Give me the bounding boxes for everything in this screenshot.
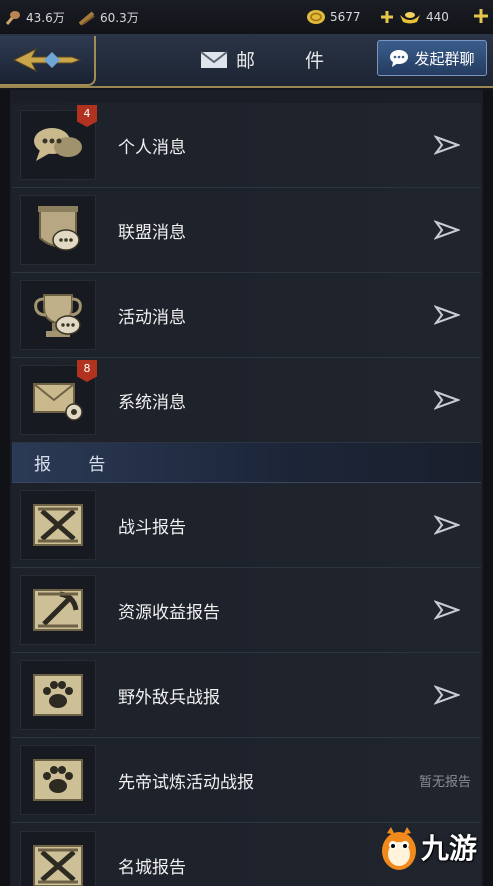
resource-report-icon-box bbox=[20, 575, 96, 645]
system-message-icon-box: 8 bbox=[20, 360, 97, 435]
event-message-icon-box bbox=[20, 280, 96, 350]
mail-icon bbox=[200, 50, 228, 68]
system-message-row[interactable]: 8 系统消息 bbox=[12, 358, 481, 443]
back-arrow-icon bbox=[12, 47, 82, 73]
personal-message-icon-box: 4 bbox=[20, 105, 97, 180]
ingot-amount: 440 bbox=[426, 10, 449, 24]
watermark-logo: 九游 bbox=[379, 812, 491, 882]
chat-bubble-icon bbox=[390, 50, 409, 67]
speech-bubbles-icon bbox=[34, 128, 82, 161]
add-resource-icon[interactable] bbox=[473, 8, 489, 24]
gold-resource: 5677 bbox=[306, 9, 361, 25]
coin-icon bbox=[307, 10, 325, 24]
paw-print-icon bbox=[33, 674, 83, 716]
gold-amount: 5677 bbox=[330, 10, 361, 24]
wild-enemy-report-icon-box bbox=[20, 660, 96, 730]
back-button[interactable] bbox=[0, 36, 96, 86]
envelope-gear-icon bbox=[33, 383, 83, 421]
wood-amount: 60.3万 bbox=[100, 11, 139, 25]
emperor-trial-report-row[interactable]: 先帝试炼活动战报 暂无报告 bbox=[12, 738, 481, 823]
pickaxe-scroll-icon bbox=[33, 589, 83, 631]
wood-resource: 60.3万 bbox=[78, 9, 139, 26]
resource-bar: 43.6万 60.3万 5677 440 bbox=[0, 0, 493, 34]
mail-list: 4 个人消息 联盟消息 活动消息 8 系统消息 报 告 战斗报告 资源收益报告 … bbox=[12, 103, 481, 886]
paw-print-icon bbox=[33, 759, 83, 801]
system-message-label: 系统消息 bbox=[118, 392, 186, 413]
start-group-chat-button[interactable]: 发起群聊 bbox=[377, 40, 487, 76]
crossed-swords-icon bbox=[33, 844, 83, 886]
page-title-group: 邮 件 bbox=[200, 46, 346, 73]
open-arrow-icon[interactable] bbox=[427, 505, 467, 545]
alliance-message-label: 联盟消息 bbox=[118, 222, 186, 243]
personal-message-label: 个人消息 bbox=[118, 137, 186, 158]
watermark-text: 九游 bbox=[421, 832, 478, 865]
wood-icon bbox=[78, 10, 95, 26]
emperor-trial-report-label: 先帝试炼活动战报 bbox=[118, 772, 254, 793]
ingot-resource[interactable]: 440 bbox=[380, 9, 449, 25]
event-message-row[interactable]: 活动消息 bbox=[12, 273, 481, 358]
resource-report-row[interactable]: 资源收益报告 bbox=[12, 568, 481, 653]
open-arrow-icon[interactable] bbox=[427, 590, 467, 630]
alliance-banner-icon bbox=[38, 206, 80, 251]
reports-section-header: 报 告 bbox=[12, 443, 481, 483]
battle-report-icon-box bbox=[20, 490, 96, 560]
famous-city-report-icon-box bbox=[20, 830, 96, 886]
emperor-trial-report-icon-box bbox=[20, 745, 96, 815]
mail-header: 邮 件 发起群聊 bbox=[0, 34, 493, 88]
crossed-swords-icon bbox=[33, 504, 83, 546]
open-arrow-icon[interactable] bbox=[427, 295, 467, 335]
page-title: 邮 件 bbox=[236, 50, 347, 72]
ingot-icon bbox=[400, 12, 420, 24]
open-arrow-icon[interactable] bbox=[427, 125, 467, 165]
right-rail bbox=[483, 90, 493, 886]
plus-icon[interactable] bbox=[380, 10, 394, 24]
alliance-message-row[interactable]: 联盟消息 bbox=[12, 188, 481, 273]
food-resource: 43.6万 bbox=[4, 9, 65, 26]
event-message-label: 活动消息 bbox=[118, 307, 186, 328]
left-rail bbox=[0, 90, 10, 886]
reports-section-title: 报 告 bbox=[34, 455, 122, 475]
open-arrow-icon[interactable] bbox=[427, 675, 467, 715]
no-report-status: 暂无报告 bbox=[418, 774, 471, 790]
battle-report-row[interactable]: 战斗报告 bbox=[12, 483, 481, 568]
open-arrow-icon[interactable] bbox=[427, 380, 467, 420]
food-amount: 43.6万 bbox=[26, 11, 65, 25]
open-arrow-icon[interactable] bbox=[427, 210, 467, 250]
wild-enemy-report-label: 野外敌兵战报 bbox=[118, 687, 220, 708]
drumstick-icon bbox=[5, 10, 20, 25]
mascot-icon bbox=[382, 827, 416, 870]
chat-button-label: 发起群聊 bbox=[414, 49, 475, 68]
trophy-icon bbox=[34, 294, 82, 337]
personal-message-row[interactable]: 4 个人消息 bbox=[12, 103, 481, 188]
alliance-message-icon-box bbox=[20, 195, 96, 265]
resource-report-label: 资源收益报告 bbox=[118, 602, 220, 623]
wild-enemy-report-row[interactable]: 野外敌兵战报 bbox=[12, 653, 481, 738]
battle-report-label: 战斗报告 bbox=[118, 517, 186, 538]
